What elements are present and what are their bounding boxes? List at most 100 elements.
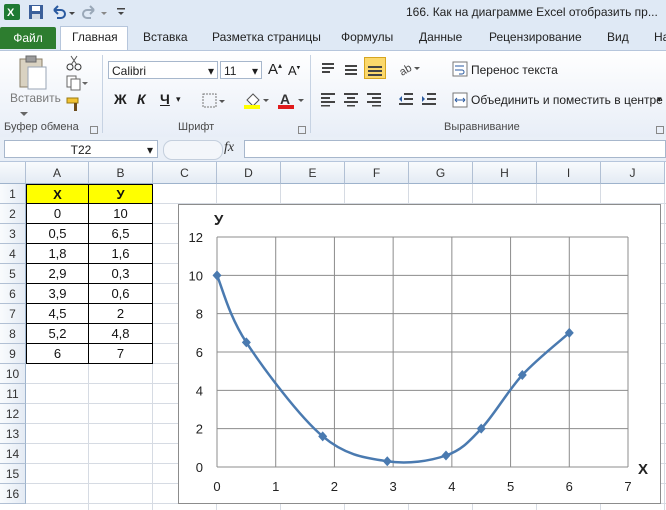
table-cell[interactable]: 2	[89, 304, 153, 324]
table-cell[interactable]: 0,3	[89, 264, 153, 284]
merge-center-button[interactable]: Объединить и поместить в центре	[471, 93, 663, 107]
name-box[interactable]: T22 ▾	[4, 140, 158, 158]
tab-formulas[interactable]: Формулы	[341, 30, 393, 44]
decrease-indent-icon[interactable]	[398, 91, 414, 110]
paste-dropdown-icon[interactable]	[20, 107, 28, 121]
increase-indent-icon[interactable]	[421, 91, 437, 110]
alignment-launcher-icon[interactable]	[656, 123, 664, 137]
align-bottom-icon[interactable]	[364, 57, 386, 79]
table-cell[interactable]: 7	[89, 344, 153, 364]
clipboard-launcher-icon[interactable]	[90, 123, 98, 137]
table-cell[interactable]: 6	[26, 344, 89, 364]
row-header-12[interactable]: 12	[0, 404, 26, 424]
row-header-14[interactable]: 14	[0, 444, 26, 464]
undo-dropdown-icon[interactable]	[68, 4, 76, 20]
align-top-icon[interactable]	[320, 61, 336, 80]
font-name-select[interactable]: Calibri ▾	[108, 61, 218, 79]
table-cell[interactable]: 0,5	[26, 224, 89, 244]
tab-more[interactable]: На	[654, 30, 666, 44]
row-header-15[interactable]: 15	[0, 464, 26, 484]
orientation-icon[interactable]: ab	[397, 59, 422, 80]
tab-page-layout[interactable]: Разметка страницы	[212, 30, 321, 44]
redo-dropdown-icon[interactable]	[100, 4, 108, 20]
table-cell[interactable]: 3,9	[26, 284, 89, 304]
row-header-4[interactable]: 4	[0, 244, 26, 264]
font-size-select[interactable]: 11 ▾	[220, 61, 262, 79]
row-header-16[interactable]: 16	[0, 484, 26, 504]
underline-button[interactable]: Ч	[160, 91, 170, 107]
save-icon[interactable]	[28, 4, 44, 20]
paste-icon[interactable]	[16, 55, 48, 91]
tab-file[interactable]: Файл	[0, 27, 56, 49]
table-cell[interactable]: 1,6	[89, 244, 153, 264]
column-header-f[interactable]: F	[345, 162, 409, 184]
column-header-d[interactable]: D	[217, 162, 281, 184]
table-cell[interactable]: 1,8	[26, 244, 89, 264]
table-cell[interactable]: 5,2	[26, 324, 89, 344]
table-header-cell[interactable]: Х	[26, 184, 89, 204]
tab-data[interactable]: Данные	[419, 30, 462, 44]
column-header-h[interactable]: H	[473, 162, 537, 184]
table-cell[interactable]: 0,6	[89, 284, 153, 304]
row-header-5[interactable]: 5	[0, 264, 26, 284]
table-cell[interactable]: 10	[89, 204, 153, 224]
insert-function-icon[interactable]: fx	[224, 140, 234, 156]
fill-color-icon[interactable]	[244, 91, 270, 112]
grow-font-icon[interactable]: A▴	[268, 61, 282, 78]
wrap-text-icon[interactable]	[452, 61, 468, 80]
font-launcher-icon[interactable]	[298, 123, 306, 137]
undo-icon[interactable]	[50, 4, 66, 20]
svg-text:A: A	[280, 91, 290, 107]
font-color-icon[interactable]: A	[278, 91, 306, 112]
shrink-font-icon[interactable]: A▾	[288, 63, 300, 78]
column-header-c[interactable]: C	[153, 162, 217, 184]
row-header-7[interactable]: 7	[0, 304, 26, 324]
wrap-text-button[interactable]: Перенос текста	[471, 63, 558, 77]
column-header-i[interactable]: I	[537, 162, 601, 184]
bold-button[interactable]: Ж	[114, 91, 127, 107]
table-cell[interactable]: 6,5	[89, 224, 153, 244]
borders-icon[interactable]	[202, 93, 226, 112]
table-header-cell[interactable]: У	[89, 184, 153, 204]
chart-area[interactable]: 0 1 2 3 4 5 6 7 0 2 4 6 8 10 12 У Х	[178, 204, 661, 504]
formula-bar-resize-handle[interactable]	[163, 140, 223, 160]
cut-icon[interactable]	[66, 55, 82, 74]
redo-icon[interactable]	[82, 4, 98, 20]
align-left-icon[interactable]	[320, 91, 336, 110]
column-header-e[interactable]: E	[281, 162, 345, 184]
paste-button-label[interactable]: Вставить	[10, 91, 61, 105]
underline-dropdown-icon[interactable]: ▾	[176, 94, 181, 105]
align-center-icon[interactable]	[343, 91, 359, 110]
table-cell[interactable]: 0	[26, 204, 89, 224]
tab-review[interactable]: Рецензирование	[489, 30, 582, 44]
table-cell[interactable]: 4,5	[26, 304, 89, 324]
table-cell[interactable]: 4,8	[89, 324, 153, 344]
italic-button[interactable]: К	[137, 91, 146, 107]
formula-input[interactable]	[244, 140, 666, 158]
row-header-1[interactable]: 1	[0, 184, 26, 204]
tab-home-label[interactable]: Главная	[72, 30, 118, 44]
table-cell[interactable]: 2,9	[26, 264, 89, 284]
row-header-3[interactable]: 3	[0, 224, 26, 244]
row-header-8[interactable]: 8	[0, 324, 26, 344]
row-header-2[interactable]: 2	[0, 204, 26, 224]
row-header-10[interactable]: 10	[0, 364, 26, 384]
align-right-icon[interactable]	[366, 91, 382, 110]
customize-qat-icon[interactable]	[116, 4, 126, 20]
row-header-11[interactable]: 11	[0, 384, 26, 404]
column-header-j[interactable]: J	[601, 162, 665, 184]
row-header-13[interactable]: 13	[0, 424, 26, 444]
row-header-9[interactable]: 9	[0, 344, 26, 364]
row-header-6[interactable]: 6	[0, 284, 26, 304]
tab-insert[interactable]: Вставка	[143, 30, 188, 44]
copy-icon[interactable]	[66, 75, 88, 94]
merge-center-icon[interactable]	[452, 92, 468, 111]
align-middle-icon[interactable]	[343, 61, 359, 80]
column-header-g[interactable]: G	[409, 162, 473, 184]
merge-dropdown-icon[interactable]: ▾	[657, 94, 662, 105]
tab-view[interactable]: Вид	[607, 30, 629, 44]
select-all-corner[interactable]	[0, 162, 26, 184]
format-painter-icon[interactable]	[66, 96, 82, 115]
column-header-a[interactable]: A	[26, 162, 89, 184]
column-header-b[interactable]: B	[89, 162, 153, 184]
